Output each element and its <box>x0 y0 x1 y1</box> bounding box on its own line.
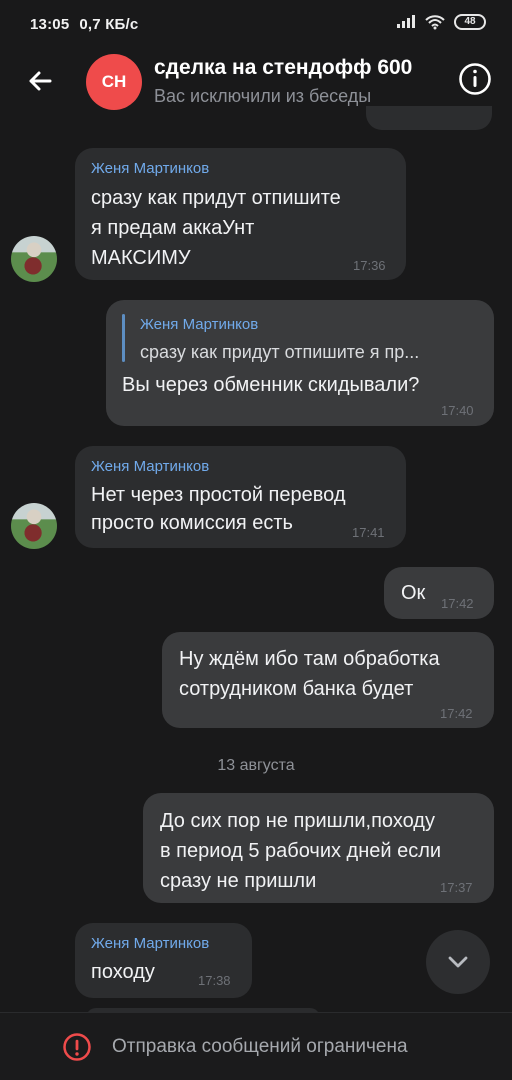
message-line: МАКСИМУ <box>91 247 191 269</box>
chat-avatar[interactable]: СН <box>86 54 142 110</box>
status-time: 13:05 <box>30 16 70 33</box>
chevron-down-icon <box>448 956 468 968</box>
message-time: 17:37 <box>440 880 473 895</box>
message-line: Нет через простой перевод <box>91 484 346 506</box>
status-left: 13:05 0,7 КБ/с <box>30 16 138 33</box>
message-line: До сих пор не пришли,походу <box>160 810 435 832</box>
message-sender[interactable]: Женя Мартинков <box>91 458 209 475</box>
message-line: сотрудником банка будет <box>179 678 414 700</box>
message-line: Ок <box>401 582 426 604</box>
battery-level: 48 <box>464 16 476 27</box>
arrow-left-icon[interactable] <box>24 65 56 97</box>
message-line: Вы через обменник скидывали? <box>122 374 420 396</box>
message-bubble[interactable]: До сих пор не пришли,походу в период 5 р… <box>143 793 494 903</box>
message-time: 17:42 <box>440 706 473 721</box>
status-icons: 48 <box>396 14 486 30</box>
message-bubble[interactable]: Женя Мартинков сразу как придут отпишите… <box>75 148 406 280</box>
message-restriction-bar: Отправка сообщений ограничена <box>0 1012 512 1080</box>
date-separator: 13 августа <box>217 757 295 774</box>
quote-sender: Женя Мартинков <box>140 316 259 333</box>
message-sender[interactable]: Женя Мартинков <box>91 935 209 952</box>
avatar[interactable] <box>11 503 57 549</box>
message-line: сразу не пришли <box>160 870 317 892</box>
message-line: просто комиссия есть <box>91 512 293 534</box>
chat-title[interactable]: сделка на стендофф 600 <box>154 56 412 80</box>
message-time: 17:36 <box>353 258 386 273</box>
battery-indicator: 48 <box>454 14 486 30</box>
status-bar: 13:05 0,7 КБ/с 48 <box>0 0 512 48</box>
restriction-message: Отправка сообщений ограничена <box>112 1036 408 1057</box>
scroll-down-button[interactable] <box>426 930 490 994</box>
message-bubble[interactable]: Женя Мартинков походу 17:38 <box>75 923 252 998</box>
chat-avatar-initials: СН <box>101 72 127 91</box>
message-line: Ну ждём ибо там обработка <box>179 648 440 670</box>
avatar[interactable] <box>11 236 57 282</box>
message-bubble[interactable]: Ну ждём ибо там обработка сотрудником ба… <box>162 632 494 728</box>
message-bubble[interactable]: Ок 17:42 <box>384 567 494 619</box>
message-time: 17:42 <box>441 596 474 611</box>
message-sender[interactable]: Женя Мартинков <box>91 160 209 177</box>
message-line: я предам аккаУнт <box>91 217 255 239</box>
quote-text[interactable]: сразу как придут отпишите я пр... <box>140 342 419 363</box>
chat-screen: 13:05 0,7 КБ/с 48 СН сделка на стендофф … <box>0 0 512 1080</box>
message-line: в период 5 рабочих дней если <box>160 840 442 862</box>
alert-circle-icon <box>63 1033 91 1061</box>
message-bubble[interactable]: Женя Мартинков сразу как придут отпишите… <box>106 300 494 426</box>
message-time: 17:40 <box>441 403 474 418</box>
message-line: сразу как придут отпишите <box>91 187 341 209</box>
chat-subtitle: Вас исключили из беседы <box>154 86 372 106</box>
info-icon[interactable] <box>458 62 492 96</box>
previous-message-fragment <box>366 106 492 130</box>
signal-icon <box>397 15 415 28</box>
message-time: 17:41 <box>352 525 385 540</box>
wifi-icon <box>425 15 445 30</box>
message-bubble[interactable]: Женя Мартинков Нет через простой перевод… <box>75 446 406 548</box>
network-speed: 0,7 КБ/с <box>79 16 139 33</box>
quote-bar <box>122 314 125 362</box>
message-time: 17:38 <box>198 973 231 988</box>
message-line: походу <box>91 961 155 983</box>
